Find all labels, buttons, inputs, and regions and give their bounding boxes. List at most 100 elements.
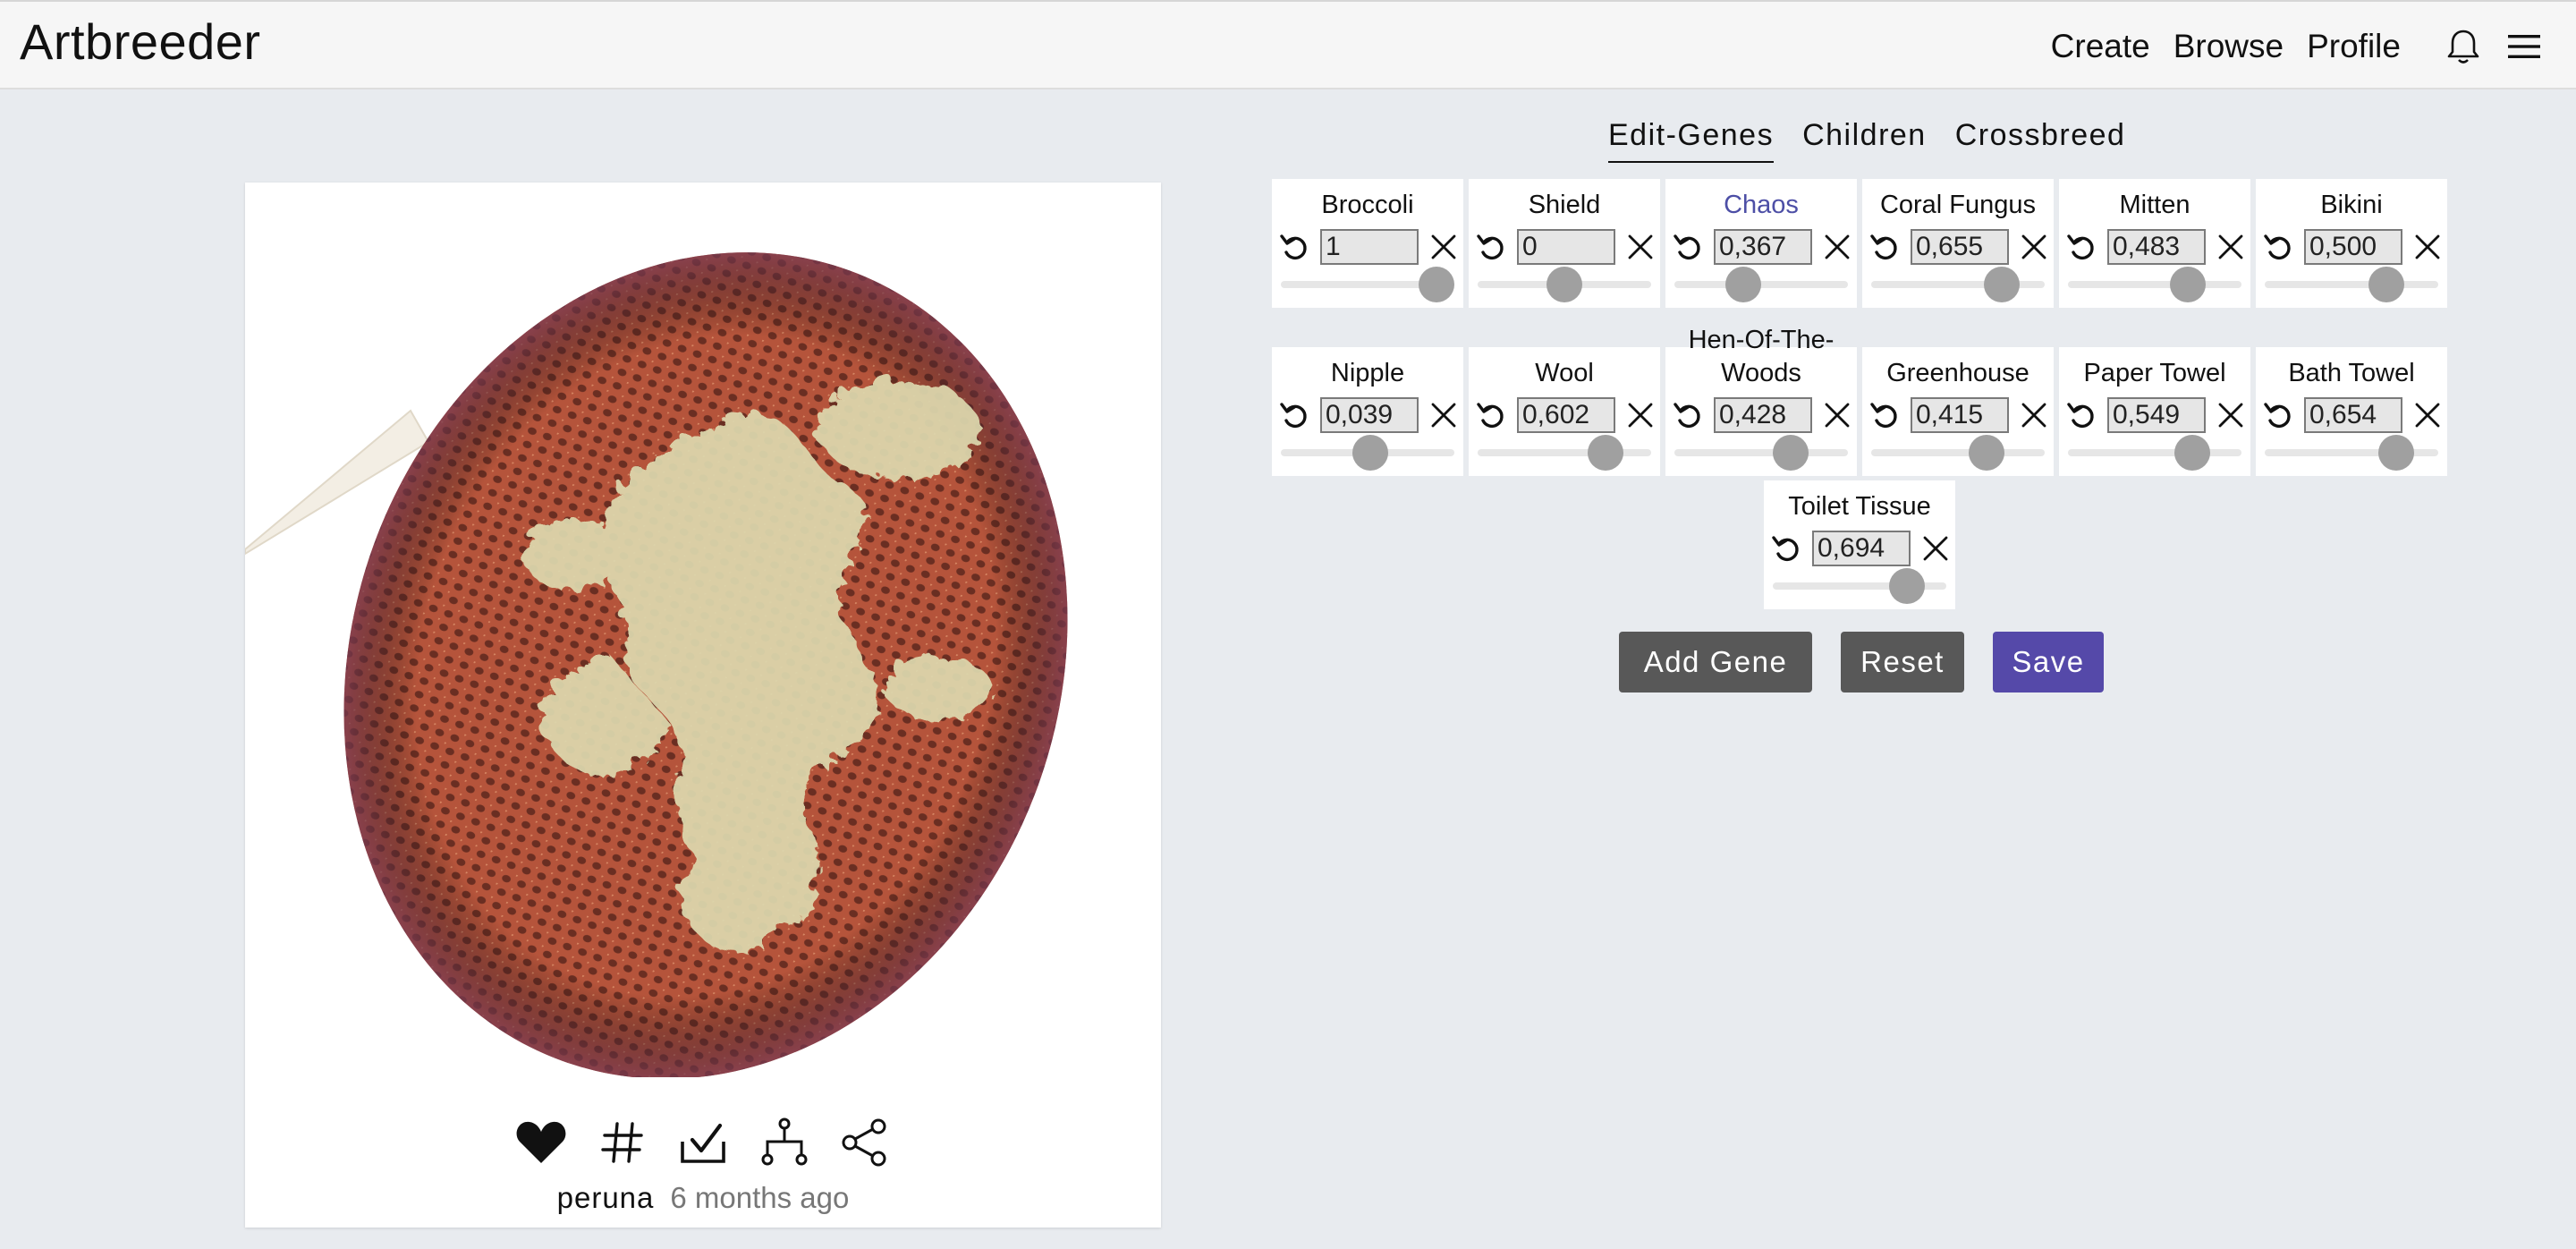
close-icon[interactable]: [1819, 397, 1855, 433]
gene-slider-thumb[interactable]: [1419, 267, 1454, 302]
gene-name-label: Wool: [1535, 358, 1594, 387]
post-meta: peruna 6 months ago: [245, 1181, 1161, 1215]
gene-value-input[interactable]: [2304, 397, 2402, 433]
checkbox-check-icon[interactable]: [675, 1115, 731, 1170]
close-icon[interactable]: [2410, 397, 2445, 433]
gene-bikini: Bikini: [2256, 179, 2447, 308]
gene-value-input[interactable]: [1517, 397, 1615, 433]
gene-chaos: Chaos: [1665, 179, 1857, 308]
undo-icon[interactable]: [1474, 229, 1510, 265]
gene-value-input[interactable]: [1320, 229, 1419, 265]
author-link[interactable]: peruna: [557, 1181, 655, 1214]
undo-icon[interactable]: [2064, 397, 2100, 433]
gene-value-input[interactable]: [1911, 229, 2009, 265]
gene-slider-track[interactable]: [1478, 449, 1651, 456]
editor-tabs: Edit-Genes Children Crossbreed: [1608, 118, 2154, 163]
undo-icon[interactable]: [1868, 229, 1903, 265]
close-icon[interactable]: [2410, 229, 2445, 265]
hamburger-menu-icon[interactable]: [2503, 25, 2546, 68]
gene-slider-track[interactable]: [1871, 449, 2045, 456]
gene-name-label: Hen-Of-The-Woods: [1688, 325, 1835, 387]
gene-slider-track[interactable]: [2068, 449, 2241, 456]
gene-name-label: Bath Towel: [2288, 358, 2415, 387]
gene-slider-thumb[interactable]: [1889, 568, 1925, 604]
undo-icon[interactable]: [1868, 397, 1903, 433]
undo-icon[interactable]: [1474, 397, 1510, 433]
gene-wool: Wool: [1469, 347, 1660, 476]
gene-value-input[interactable]: [1714, 397, 1812, 433]
gene-value-input[interactable]: [1320, 397, 1419, 433]
undo-icon[interactable]: [1277, 397, 1313, 433]
undo-icon[interactable]: [1671, 229, 1707, 265]
post-timestamp: 6 months ago: [670, 1181, 850, 1214]
tab-crossbreed[interactable]: Crossbreed: [1955, 118, 2126, 163]
artwork-image[interactable]: [245, 183, 1161, 1077]
gene-slider-thumb[interactable]: [2174, 435, 2210, 471]
gene-slider-track[interactable]: [2265, 281, 2438, 288]
bell-icon[interactable]: [2442, 25, 2485, 68]
add-gene-button[interactable]: Add Gene: [1619, 632, 1812, 692]
nav-browse-link[interactable]: Browse: [2174, 28, 2284, 65]
close-icon[interactable]: [1819, 229, 1855, 265]
brand-logo[interactable]: Artbreeder: [20, 13, 261, 71]
tab-children[interactable]: Children: [1802, 118, 1927, 163]
gene-value-input[interactable]: [1517, 229, 1615, 265]
gene-nipple: Nipple: [1272, 347, 1463, 476]
gene-toilet-tissue: Toilet Tissue: [1764, 480, 1955, 609]
gene-slider-thumb[interactable]: [1546, 267, 1582, 302]
gene-slider-track[interactable]: [1674, 449, 1848, 456]
gene-name-label: Greenhouse: [1886, 358, 2029, 387]
tab-edit-genes[interactable]: Edit-Genes: [1608, 118, 1775, 163]
undo-icon[interactable]: [1671, 397, 1707, 433]
close-icon[interactable]: [2213, 229, 2249, 265]
close-icon[interactable]: [1426, 229, 1462, 265]
gene-value-input[interactable]: [2107, 397, 2206, 433]
gene-slider-thumb[interactable]: [1588, 435, 1623, 471]
gene-slider-thumb[interactable]: [2368, 267, 2404, 302]
gene-slider-thumb[interactable]: [1352, 435, 1388, 471]
heart-icon[interactable]: [513, 1115, 569, 1170]
gene-slider-thumb[interactable]: [1773, 435, 1809, 471]
close-icon[interactable]: [2016, 229, 2052, 265]
gene-slider-thumb[interactable]: [2378, 435, 2414, 471]
nav-profile-link[interactable]: Profile: [2307, 28, 2401, 65]
gene-value-input[interactable]: [2107, 229, 2206, 265]
gene-slider-thumb[interactable]: [1984, 267, 2020, 302]
top-nav-bar: Artbreeder Create Browse Profile: [0, 0, 2576, 89]
close-icon[interactable]: [1426, 397, 1462, 433]
gene-broccoli: Broccoli: [1272, 179, 1463, 308]
hashtag-icon[interactable]: [595, 1115, 650, 1170]
share-icon[interactable]: [837, 1115, 893, 1170]
reset-button[interactable]: Reset: [1841, 632, 1964, 692]
close-icon[interactable]: [1623, 397, 1658, 433]
close-icon[interactable]: [1623, 229, 1658, 265]
gene-value-input[interactable]: [1714, 229, 1812, 265]
gene-value-input[interactable]: [1911, 397, 2009, 433]
gene-slider-thumb[interactable]: [2170, 267, 2206, 302]
nav-create-link[interactable]: Create: [2051, 28, 2150, 65]
nav-links: Create Browse Profile: [2051, 21, 2546, 72]
gene-name-label: Paper Towel: [2083, 358, 2226, 387]
family-tree-icon[interactable]: [757, 1115, 812, 1170]
undo-icon[interactable]: [2261, 397, 2297, 433]
gene-mitten: Mitten: [2059, 179, 2250, 308]
gene-greenhouse: Greenhouse: [1862, 347, 2054, 476]
gene-value-input[interactable]: [1812, 531, 1911, 566]
close-icon[interactable]: [1918, 531, 1953, 566]
undo-icon[interactable]: [1769, 531, 1805, 566]
gene-slider-track[interactable]: [2068, 281, 2241, 288]
gene-slider-track[interactable]: [1674, 281, 1848, 288]
gene-value-input[interactable]: [2304, 229, 2402, 265]
gene-slider-thumb[interactable]: [1969, 435, 2004, 471]
gene-bath-towel: Bath Towel: [2256, 347, 2447, 476]
save-button[interactable]: Save: [1993, 632, 2104, 692]
undo-icon[interactable]: [1277, 229, 1313, 265]
gene-hen-of-the-woods: Hen-Of-The-Woods: [1665, 325, 1857, 476]
gene-coral-fungus: Coral Fungus: [1862, 179, 2054, 308]
close-icon[interactable]: [2213, 397, 2249, 433]
close-icon[interactable]: [2016, 397, 2052, 433]
undo-icon[interactable]: [2064, 229, 2100, 265]
undo-icon[interactable]: [2261, 229, 2297, 265]
gene-slider-thumb[interactable]: [1725, 267, 1761, 302]
gene-shield: Shield: [1469, 179, 1660, 308]
